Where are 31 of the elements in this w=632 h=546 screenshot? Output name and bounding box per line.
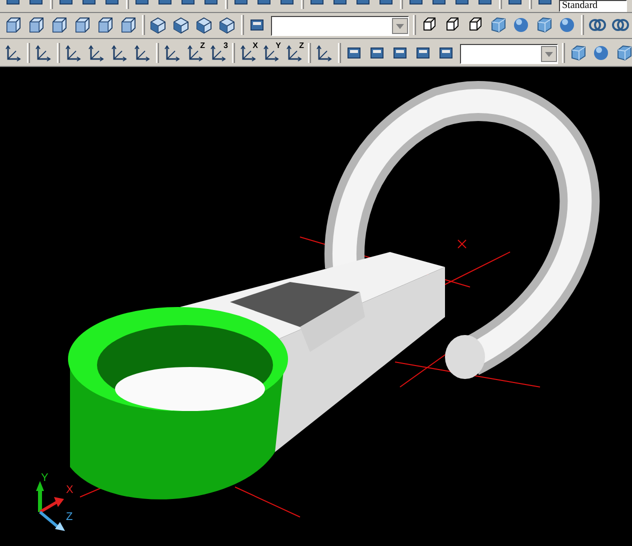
dropdown-field[interactable] xyxy=(460,44,558,64)
toolbar-button[interactable] xyxy=(195,16,214,35)
style-name: Standard xyxy=(561,1,599,11)
toolbar-button[interactable] xyxy=(87,44,106,63)
toolbar-button[interactable] xyxy=(149,16,168,35)
ucs-axes-icon xyxy=(36,481,65,531)
toolbar-button[interactable] xyxy=(34,44,53,63)
toolbar-button[interactable]: 3 xyxy=(209,44,228,63)
toolbar-button[interactable] xyxy=(96,16,115,35)
toolbar-button[interactable]: Y xyxy=(262,44,281,63)
toolbar-button[interactable] xyxy=(27,16,46,35)
toolbar-button[interactable] xyxy=(218,16,237,35)
toolbar-button[interactable] xyxy=(64,44,83,63)
toolbar-button[interactable]: Z xyxy=(186,44,205,63)
toolbar-button[interactable] xyxy=(73,16,92,35)
dropdown-field[interactable] xyxy=(271,16,409,36)
toolbar-button[interactable] xyxy=(50,16,69,35)
toolbar-button[interactable] xyxy=(4,16,23,35)
toolbar-button[interactable]: X xyxy=(239,44,258,63)
toolbar-button[interactable] xyxy=(110,44,129,63)
axis-label: Z xyxy=(66,512,73,523)
toolbar-button[interactable] xyxy=(172,16,191,35)
toolbar-button[interactable] xyxy=(133,44,152,63)
toolbar-button[interactable] xyxy=(4,44,23,63)
axis-label: Y xyxy=(41,473,48,484)
axis-label: X xyxy=(66,485,74,496)
toolbar-button[interactable] xyxy=(163,44,182,63)
toolbar-button[interactable] xyxy=(315,44,334,63)
toolbar-button[interactable]: Z xyxy=(285,44,304,63)
dropdown-field[interactable]: Standard xyxy=(559,0,627,12)
toolbar-button[interactable] xyxy=(119,16,138,35)
